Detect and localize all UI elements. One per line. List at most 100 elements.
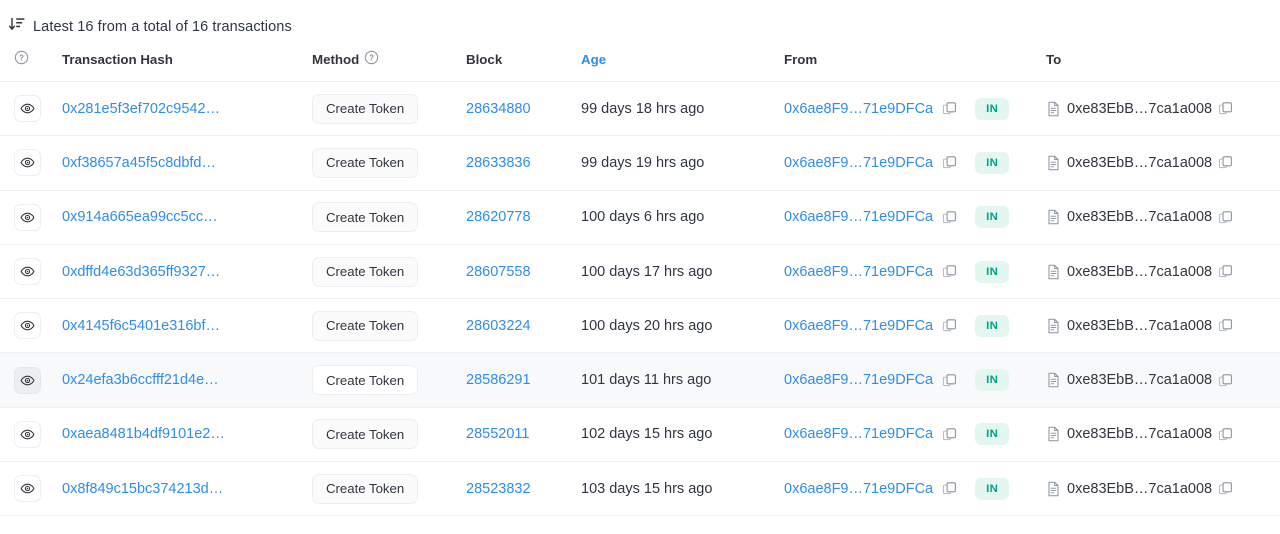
table-row[interactable]: 0xf38657a45f5c8dbfd… Create Token 28633836… bbox=[0, 135, 1280, 191]
method-badge[interactable]: Create Token bbox=[312, 365, 419, 396]
column-header-age[interactable]: Age bbox=[581, 42, 784, 82]
transaction-hash-link[interactable]: 0x914a665ea99cc5cc… bbox=[62, 209, 218, 225]
cell-preview bbox=[0, 190, 62, 245]
table-body: 0x281e5f3ef702c9542… Create Token 28634880… bbox=[0, 81, 1280, 517]
cell-method: Create Token bbox=[312, 298, 466, 354]
transaction-hash-link[interactable]: 0xf38657a45f5c8dbfd… bbox=[62, 155, 216, 171]
from-address-link[interactable]: 0x6ae8F9…71e9DFCa bbox=[784, 209, 933, 225]
copy-icon[interactable] bbox=[942, 481, 957, 496]
copy-icon[interactable] bbox=[1218, 210, 1233, 225]
transaction-hash-link[interactable]: 0x8f849c15bc374213d… bbox=[62, 481, 223, 497]
transaction-hash-link[interactable]: 0xdffd4e63d365ff9327… bbox=[62, 264, 220, 280]
cell-method: Create Token bbox=[312, 190, 466, 245]
eye-icon[interactable] bbox=[14, 366, 41, 394]
column-header-from: From bbox=[784, 42, 1046, 82]
method-badge[interactable]: Create Token bbox=[312, 473, 419, 504]
direction-badge: IN bbox=[975, 369, 1010, 392]
method-badge[interactable]: Create Token bbox=[312, 147, 419, 178]
copy-icon[interactable] bbox=[942, 155, 957, 170]
cell-preview bbox=[0, 298, 62, 354]
table-row[interactable]: 0x4145f6c5401e316bf… Create Token 28603224… bbox=[0, 298, 1280, 354]
eye-icon[interactable] bbox=[14, 203, 41, 231]
copy-icon[interactable] bbox=[942, 427, 957, 442]
contract-document-icon bbox=[1046, 481, 1061, 497]
age-text: 99 days 19 hrs ago bbox=[581, 154, 705, 171]
cell-from: 0x6ae8F9…71e9DFCa IN bbox=[784, 81, 1046, 137]
copy-icon[interactable] bbox=[942, 264, 957, 279]
method-badge[interactable]: Create Token bbox=[312, 202, 419, 233]
block-number-link[interactable]: 28552011 bbox=[466, 426, 529, 442]
contract-document-icon bbox=[1046, 209, 1061, 225]
block-number-link[interactable]: 28603224 bbox=[466, 318, 531, 334]
question-circle-icon[interactable]: ? bbox=[14, 50, 29, 68]
transaction-hash-link[interactable]: 0x24efa3b6ccfff21d4e… bbox=[62, 372, 219, 388]
copy-icon[interactable] bbox=[1218, 481, 1233, 496]
table-row[interactable]: 0xdffd4e63d365ff9327… Create Token 2860755… bbox=[0, 244, 1280, 300]
method-badge[interactable]: Create Token bbox=[312, 419, 419, 450]
block-number-link[interactable]: 28607558 bbox=[466, 264, 531, 280]
table-row[interactable]: 0x8f849c15bc374213d… Create Token 28523832… bbox=[0, 461, 1280, 517]
cell-block: 28523832 bbox=[466, 461, 581, 517]
block-number-link[interactable]: 28586291 bbox=[466, 372, 531, 388]
copy-icon[interactable] bbox=[1218, 155, 1233, 170]
method-badge[interactable]: Create Token bbox=[312, 256, 419, 287]
cell-preview bbox=[0, 135, 62, 191]
transaction-hash-link[interactable]: 0xaea8481b4df9101e2… bbox=[62, 426, 225, 442]
direction-badge: IN bbox=[975, 477, 1010, 500]
from-address-link[interactable]: 0x6ae8F9…71e9DFCa bbox=[784, 372, 933, 388]
block-number-link[interactable]: 28633836 bbox=[466, 155, 531, 171]
from-address-link[interactable]: 0x6ae8F9…71e9DFCa bbox=[784, 318, 933, 334]
transaction-hash-link[interactable]: 0x4145f6c5401e316bf… bbox=[62, 318, 220, 334]
cell-to: 0xe83EbB…7ca1a008 bbox=[1046, 407, 1280, 463]
copy-icon[interactable] bbox=[1218, 373, 1233, 388]
table-row[interactable]: 0x24efa3b6ccfff21d4e… Create Token 2858629… bbox=[0, 352, 1280, 408]
from-address-link[interactable]: 0x6ae8F9…71e9DFCa bbox=[784, 264, 933, 280]
eye-icon[interactable] bbox=[14, 258, 41, 286]
block-number-link[interactable]: 28634880 bbox=[466, 101, 531, 117]
cell-preview bbox=[0, 352, 62, 408]
cell-block: 28603224 bbox=[466, 298, 581, 354]
cell-from: 0x6ae8F9…71e9DFCa IN bbox=[784, 352, 1046, 408]
cell-age: 99 days 18 hrs ago bbox=[581, 81, 784, 137]
from-address-link[interactable]: 0x6ae8F9…71e9DFCa bbox=[784, 101, 933, 117]
copy-icon[interactable] bbox=[942, 318, 957, 333]
cell-block: 28607558 bbox=[466, 244, 581, 300]
question-circle-icon[interactable]: ? bbox=[364, 50, 379, 68]
method-badge[interactable]: Create Token bbox=[312, 310, 419, 341]
column-header-age-label[interactable]: Age bbox=[581, 52, 606, 67]
copy-icon[interactable] bbox=[1218, 427, 1233, 442]
cell-to: 0xe83EbB…7ca1a008 bbox=[1046, 190, 1280, 245]
table-row[interactable]: 0x281e5f3ef702c9542… Create Token 28634880… bbox=[0, 81, 1280, 137]
cell-to: 0xe83EbB…7ca1a008 bbox=[1046, 244, 1280, 300]
from-address-link[interactable]: 0x6ae8F9…71e9DFCa bbox=[784, 481, 933, 497]
cell-age: 99 days 19 hrs ago bbox=[581, 135, 784, 191]
eye-icon[interactable] bbox=[14, 420, 41, 448]
cell-from: 0x6ae8F9…71e9DFCa IN bbox=[784, 244, 1046, 300]
from-address-link[interactable]: 0x6ae8F9…71e9DFCa bbox=[784, 155, 933, 171]
from-address-link[interactable]: 0x6ae8F9…71e9DFCa bbox=[784, 426, 933, 442]
cell-preview bbox=[0, 81, 62, 137]
table-row[interactable]: 0xaea8481b4df9101e2… Create Token 28552011… bbox=[0, 407, 1280, 463]
cell-preview bbox=[0, 407, 62, 463]
cell-from: 0x6ae8F9…71e9DFCa IN bbox=[784, 407, 1046, 463]
table-row[interactable]: 0x914a665ea99cc5cc… Create Token 28620778 1… bbox=[0, 190, 1280, 245]
eye-icon[interactable] bbox=[14, 312, 41, 340]
copy-icon[interactable] bbox=[942, 210, 957, 225]
copy-icon[interactable] bbox=[1218, 101, 1233, 116]
copy-icon[interactable] bbox=[942, 373, 957, 388]
copy-icon[interactable] bbox=[1218, 318, 1233, 333]
column-header-method: Method ? bbox=[312, 42, 466, 82]
eye-icon[interactable] bbox=[14, 149, 41, 177]
block-number-link[interactable]: 28523832 bbox=[466, 481, 531, 497]
copy-icon[interactable] bbox=[1218, 264, 1233, 279]
direction-badge: IN bbox=[975, 151, 1010, 174]
cell-preview bbox=[0, 461, 62, 517]
method-badge[interactable]: Create Token bbox=[312, 93, 419, 124]
block-number-link[interactable]: 28620778 bbox=[466, 209, 531, 225]
eye-icon[interactable] bbox=[14, 475, 41, 503]
eye-icon[interactable] bbox=[14, 95, 41, 123]
direction-badge: IN bbox=[975, 423, 1010, 446]
copy-icon[interactable] bbox=[942, 101, 957, 116]
transactions-summary-bar: Latest 16 from a total of 16 transaction… bbox=[0, 0, 1280, 42]
transaction-hash-link[interactable]: 0x281e5f3ef702c9542… bbox=[62, 101, 220, 117]
